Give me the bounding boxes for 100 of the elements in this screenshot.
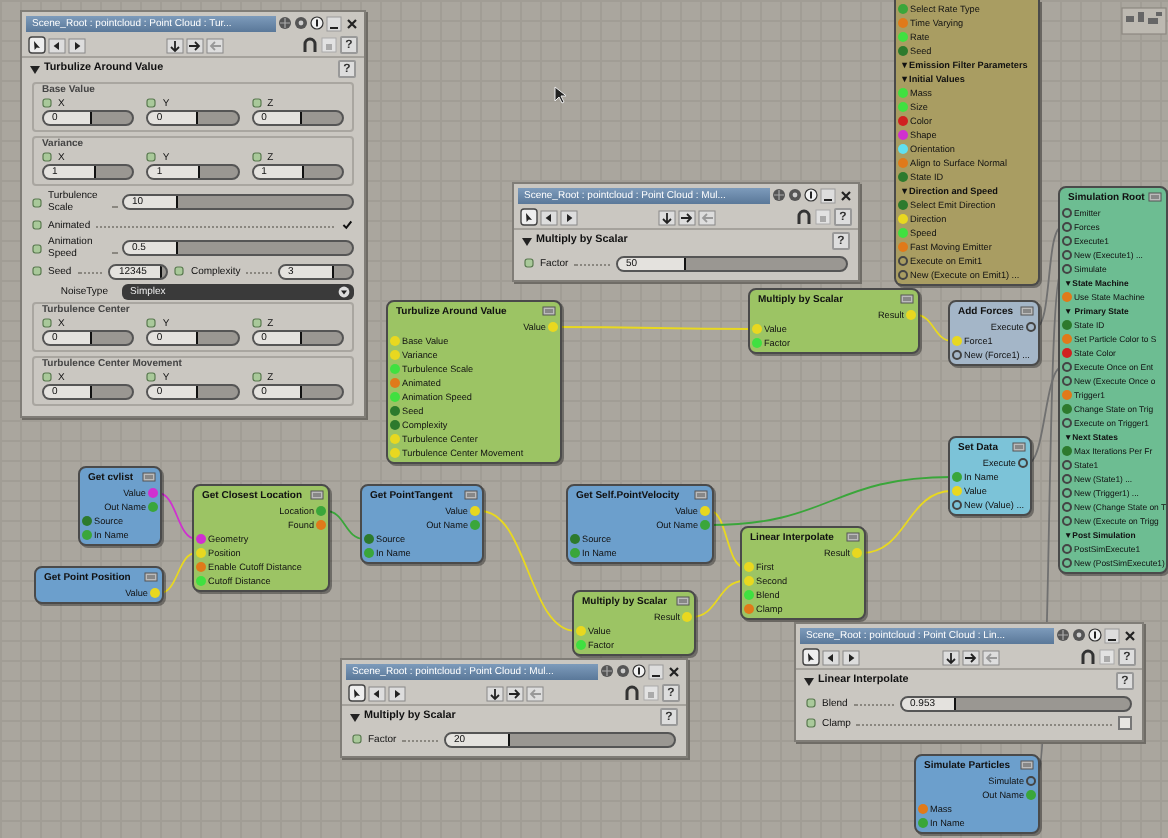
port-dot[interactable] <box>390 420 400 430</box>
port-dot[interactable] <box>390 350 400 360</box>
port-dot[interactable] <box>898 18 908 28</box>
collapse-icon[interactable] <box>144 572 158 582</box>
globe-icon[interactable] <box>278 16 292 30</box>
port-dot[interactable] <box>752 324 762 334</box>
port-dot[interactable] <box>898 130 908 140</box>
port-dot[interactable] <box>898 4 908 14</box>
port-dot[interactable] <box>390 448 400 458</box>
port-dot[interactable] <box>148 502 158 512</box>
graph-node[interactable] <box>1058 186 1168 574</box>
port-dot[interactable] <box>570 548 580 558</box>
arrow-icon[interactable] <box>486 685 504 701</box>
port-dot[interactable] <box>364 548 374 558</box>
port-dot[interactable] <box>196 562 206 572</box>
port-dot[interactable] <box>1062 320 1072 330</box>
port-dot[interactable] <box>918 818 928 828</box>
arrow-icon[interactable] <box>678 209 696 225</box>
port-dot[interactable] <box>470 520 480 530</box>
collapse-icon[interactable] <box>464 490 478 500</box>
port-dot[interactable] <box>1062 418 1072 428</box>
port-dot[interactable] <box>390 434 400 444</box>
collapse-icon[interactable] <box>900 294 914 304</box>
port-dot[interactable] <box>852 548 862 558</box>
refresh-icon[interactable] <box>632 664 646 678</box>
collapse-icon[interactable] <box>1012 442 1026 452</box>
port-dot[interactable] <box>470 506 480 516</box>
port-dot[interactable] <box>1062 460 1072 470</box>
port-dot[interactable] <box>1062 446 1072 456</box>
port-dot[interactable] <box>898 32 908 42</box>
port-dot[interactable] <box>1062 544 1072 554</box>
collapse-icon[interactable] <box>1020 306 1034 316</box>
collapse-icon[interactable] <box>1020 760 1034 770</box>
port-dot[interactable] <box>744 576 754 586</box>
port-dot[interactable] <box>316 506 326 516</box>
port-dot[interactable] <box>390 336 400 346</box>
port-dot[interactable] <box>700 520 710 530</box>
forward-icon[interactable] <box>560 209 578 225</box>
gear-icon[interactable] <box>616 664 630 678</box>
port-dot[interactable] <box>744 590 754 600</box>
port-dot[interactable] <box>1018 458 1028 468</box>
port-dot[interactable] <box>1062 208 1072 218</box>
port-dot[interactable] <box>548 322 558 332</box>
port-dot[interactable] <box>1062 390 1072 400</box>
port-dot[interactable] <box>898 46 908 56</box>
pointer-tool-icon[interactable] <box>348 684 366 702</box>
port-dot[interactable] <box>898 200 908 210</box>
port-dot[interactable] <box>390 378 400 388</box>
port-dot[interactable] <box>1062 362 1072 372</box>
collapse-icon[interactable] <box>542 306 556 316</box>
collapse-icon[interactable] <box>142 472 156 482</box>
port-dot[interactable] <box>1062 404 1072 414</box>
port-dot[interactable] <box>1062 474 1072 484</box>
port-dot[interactable] <box>364 534 374 544</box>
arrow-icon[interactable] <box>506 685 524 701</box>
port-dot[interactable] <box>148 488 158 498</box>
arrow-icon[interactable] <box>658 209 676 225</box>
caret-icon[interactable] <box>30 65 40 73</box>
port-dot[interactable] <box>898 144 908 154</box>
port-dot[interactable] <box>1062 558 1072 568</box>
port-dot[interactable] <box>952 472 962 482</box>
port-dot[interactable] <box>570 534 580 544</box>
port-dot[interactable] <box>898 214 908 224</box>
port-dot[interactable] <box>952 336 962 346</box>
port-dot[interactable] <box>898 270 908 280</box>
globe-icon[interactable] <box>600 664 614 678</box>
arrow-icon[interactable] <box>961 649 979 665</box>
port-dot[interactable] <box>906 310 916 320</box>
port-dot[interactable] <box>82 516 92 526</box>
port-dot[interactable] <box>898 158 908 168</box>
port-dot[interactable] <box>700 506 710 516</box>
minimize-icon[interactable] <box>1104 627 1120 643</box>
collapse-icon[interactable] <box>1148 192 1162 202</box>
port-dot[interactable] <box>390 392 400 402</box>
port-dot[interactable] <box>744 562 754 572</box>
close-icon[interactable] <box>666 663 682 679</box>
port-dot[interactable] <box>576 626 586 636</box>
port-dot[interactable] <box>390 406 400 416</box>
forward-icon[interactable] <box>68 37 86 53</box>
port-dot[interactable] <box>1062 502 1072 512</box>
back-icon[interactable] <box>540 209 558 225</box>
globe-icon[interactable] <box>772 188 786 202</box>
back-icon[interactable] <box>822 649 840 665</box>
caret-icon[interactable] <box>350 713 360 721</box>
magnet-icon[interactable] <box>302 36 318 54</box>
collapse-icon[interactable] <box>676 596 690 606</box>
close-icon[interactable] <box>344 15 360 31</box>
minimize-icon[interactable] <box>820 187 836 203</box>
port-dot[interactable] <box>952 350 962 360</box>
collapse-icon[interactable] <box>310 490 324 500</box>
port-dot[interactable] <box>1062 376 1072 386</box>
gear-icon[interactable] <box>1072 628 1086 642</box>
refresh-icon[interactable] <box>1088 628 1102 642</box>
port-dot[interactable] <box>682 612 692 622</box>
port-dot[interactable] <box>316 520 326 530</box>
close-icon[interactable] <box>1122 627 1138 643</box>
port-dot[interactable] <box>898 116 908 126</box>
port-dot[interactable] <box>1062 222 1072 232</box>
magnet-icon[interactable] <box>1080 648 1096 666</box>
collapse-icon[interactable] <box>846 532 860 542</box>
